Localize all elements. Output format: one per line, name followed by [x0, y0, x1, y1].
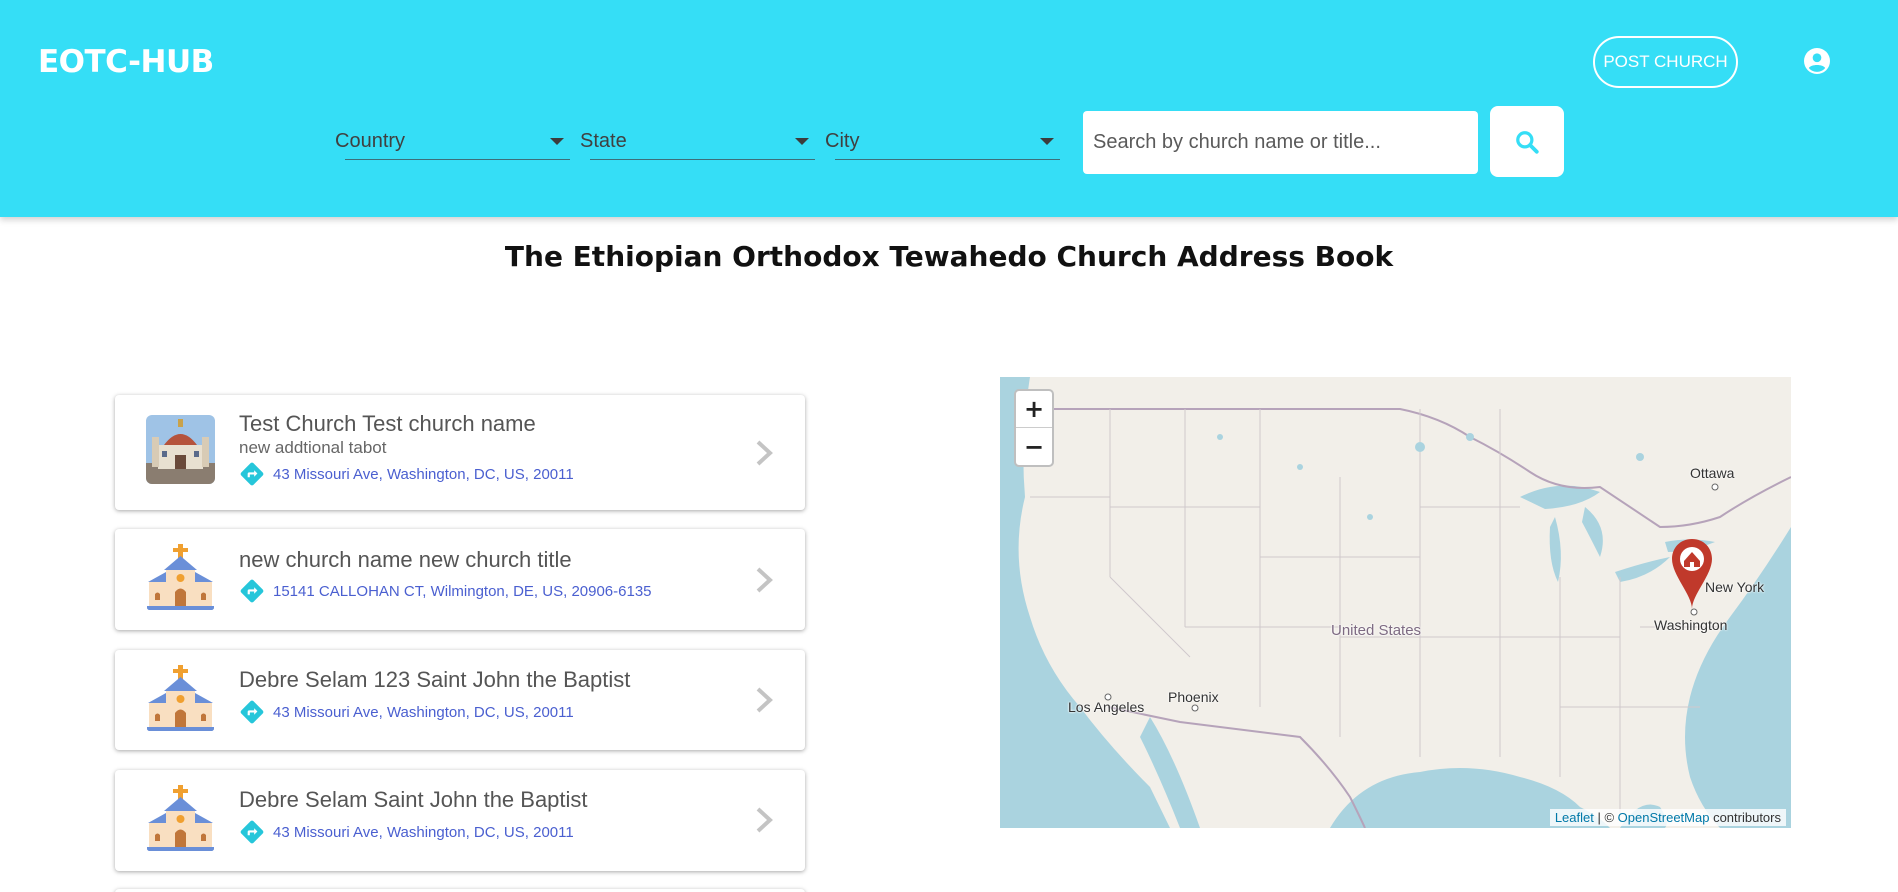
chevron-right-icon[interactable] — [752, 565, 776, 595]
church-map-marker-icon[interactable] — [1670, 537, 1714, 611]
church-icon — [146, 783, 215, 852]
directions-icon — [240, 820, 264, 844]
church-title: Debre Selam 123 Saint John the Baptist — [239, 667, 631, 692]
search-input[interactable] — [1083, 111, 1478, 174]
map-label-ottawa: Ottawa — [1690, 465, 1735, 481]
app-header: EOTC-HUB POST CHURCH Country State City — [0, 0, 1898, 217]
church-address-text: 43 Missouri Ave, Washington, DC, US, 200… — [273, 823, 574, 841]
church-photo — [146, 415, 215, 484]
directions-icon — [240, 462, 264, 486]
church-card[interactable]: Test Church Test church name new addtion… — [115, 395, 805, 510]
dropdown-arrow-icon — [1040, 138, 1054, 145]
city-select[interactable]: City — [825, 124, 1060, 160]
account-circle-icon[interactable] — [1804, 48, 1830, 74]
chevron-right-icon[interactable] — [752, 685, 776, 715]
openstreetmap-link[interactable]: OpenStreetMap — [1618, 810, 1710, 825]
church-title: new church name new church title — [239, 547, 572, 572]
church-subtitle: new addtional tabot — [239, 438, 387, 457]
attribution-separator: | © — [1593, 810, 1618, 825]
church-address[interactable]: 43 Missouri Ave, Washington, DC, US, 200… — [239, 819, 574, 845]
church-title: Debre Selam Saint John the Baptist — [239, 787, 588, 812]
church-address[interactable]: 15141 CALLOHAN CT, Wilmington, DE, US, 2… — [239, 578, 652, 604]
dropdown-arrow-icon — [795, 138, 809, 145]
chevron-right-icon[interactable] — [752, 805, 776, 835]
leaflet-link[interactable]: Leaflet — [1555, 810, 1594, 825]
brand-logo[interactable]: EOTC-HUB — [38, 44, 214, 80]
map-label-washington: Washington — [1654, 617, 1728, 633]
map-label-phoenix: Phoenix — [1168, 689, 1219, 705]
search-button[interactable] — [1490, 106, 1564, 177]
map-zoom-control: + − — [1014, 389, 1054, 467]
church-card[interactable]: new church name new church title 15141 C… — [115, 529, 805, 630]
map-label-los-angeles: Los Angeles — [1068, 699, 1145, 715]
country-select-label: Country — [335, 130, 406, 152]
directions-icon — [240, 700, 264, 724]
zoom-in-button[interactable]: + — [1016, 391, 1052, 428]
church-address-text: 43 Missouri Ave, Washington, DC, US, 200… — [273, 465, 574, 483]
map-view[interactable]: Ottawa New York Washington United States… — [1000, 377, 1791, 828]
church-address-text: 43 Missouri Ave, Washington, DC, US, 200… — [273, 703, 574, 721]
post-church-button[interactable]: POST CHURCH — [1593, 36, 1738, 88]
attribution-suffix: contributors — [1709, 810, 1781, 825]
church-title: Test Church Test church name — [239, 411, 536, 436]
church-address[interactable]: 43 Missouri Ave, Washington, DC, US, 200… — [239, 461, 574, 487]
church-icon — [146, 663, 215, 732]
country-select[interactable]: Country — [335, 124, 570, 160]
dropdown-arrow-icon — [550, 138, 564, 145]
city-select-label: City — [825, 130, 860, 152]
page-title: The Ethiopian Orthodox Tewahedo Church A… — [504, 240, 1394, 273]
state-select-label: State — [580, 130, 627, 152]
zoom-out-button[interactable]: − — [1016, 428, 1052, 465]
church-icon — [146, 542, 215, 611]
church-address-text: 15141 CALLOHAN CT, Wilmington, DE, US, 2… — [273, 582, 652, 600]
map-attribution: Leaflet | © OpenStreetMap contributors — [1549, 809, 1786, 826]
church-card[interactable]: Debre Selam Saint John the Baptist 43 Mi… — [115, 770, 805, 871]
church-card[interactable]: Debre Selam 123 Saint John the Baptist 4… — [115, 650, 805, 750]
chevron-right-icon[interactable] — [752, 438, 776, 468]
map-label-united-states: United States — [1331, 622, 1422, 639]
directions-icon — [240, 579, 264, 603]
search-icon — [1516, 130, 1539, 154]
church-address[interactable]: 43 Missouri Ave, Washington, DC, US, 200… — [239, 699, 574, 725]
state-select[interactable]: State — [580, 124, 815, 160]
